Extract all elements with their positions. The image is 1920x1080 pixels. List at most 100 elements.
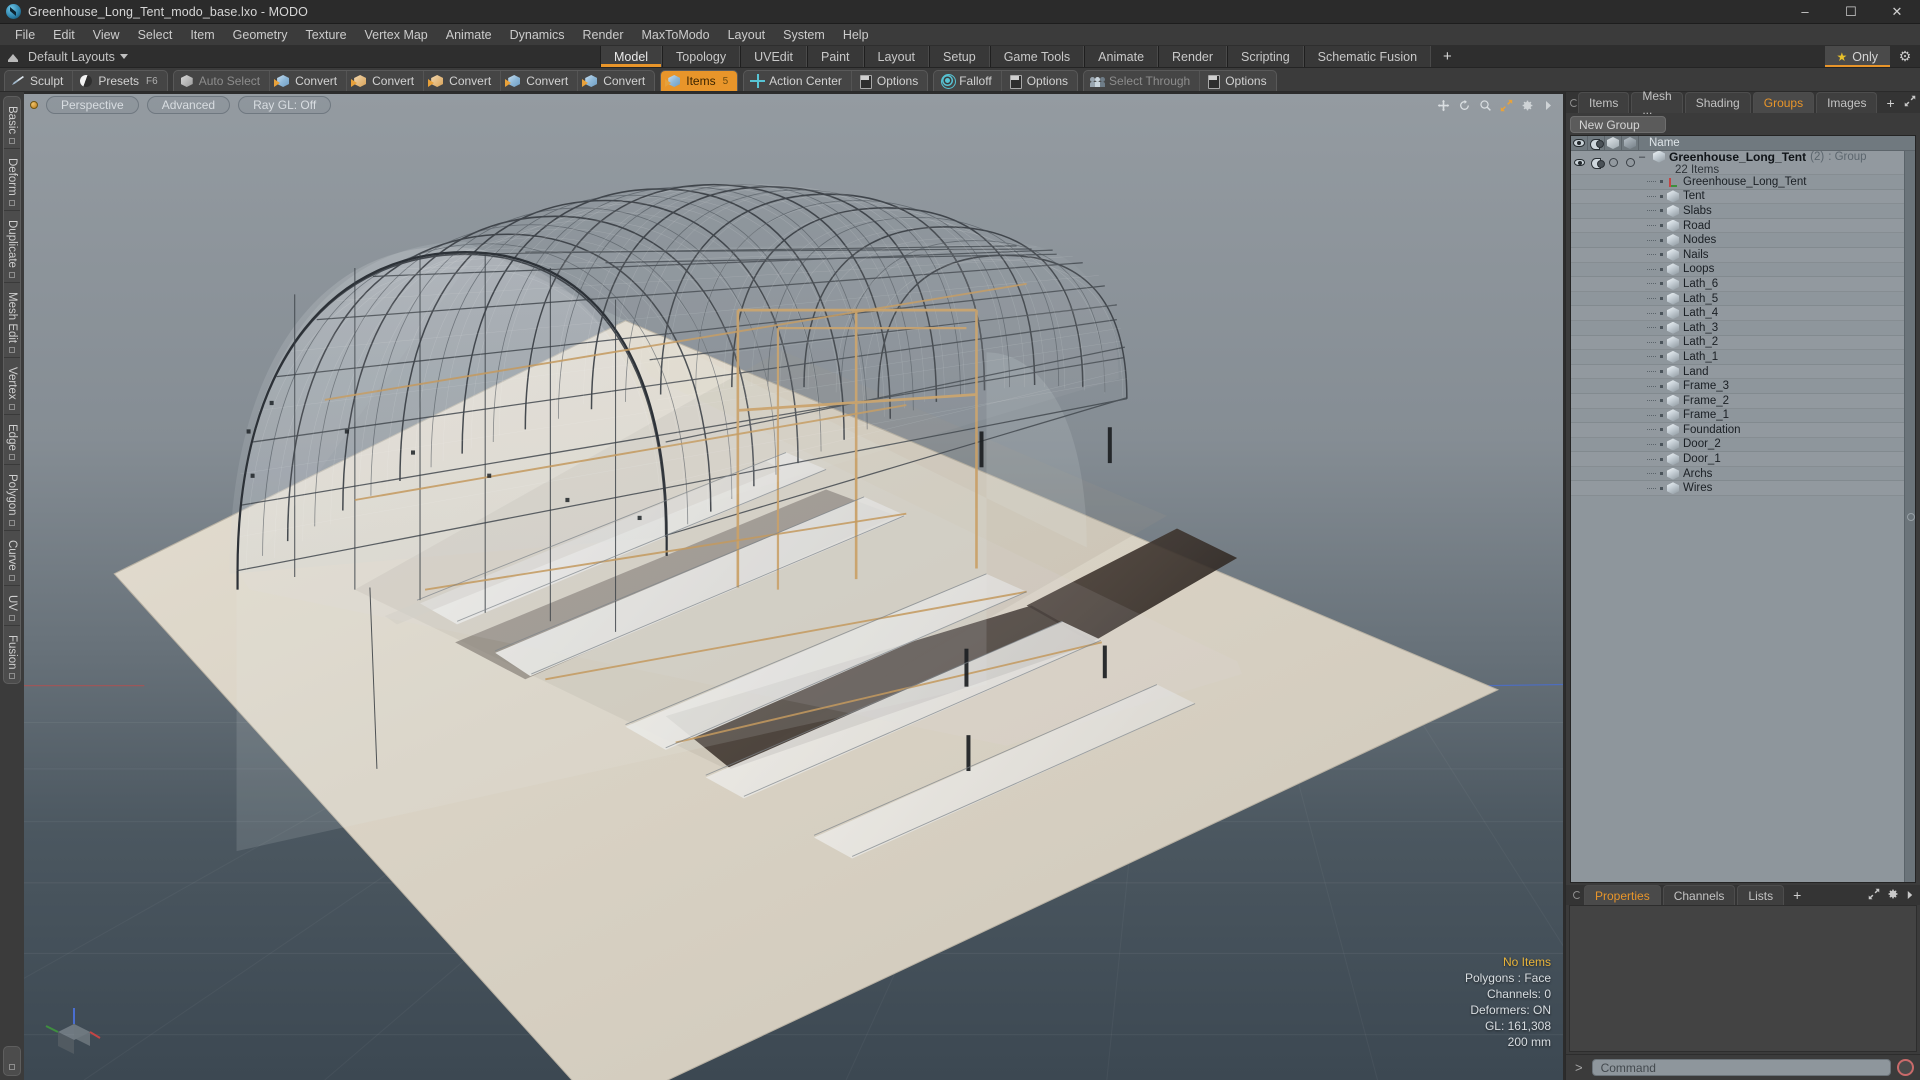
menu-item-animate[interactable]: Animate — [437, 25, 501, 45]
chevron-right-icon[interactable] — [1541, 98, 1555, 112]
menu-item-texture[interactable]: Texture — [297, 25, 356, 45]
menu-item-view[interactable]: View — [84, 25, 129, 45]
move-icon[interactable] — [1436, 98, 1450, 112]
viewport-indicator-dot[interactable] — [30, 101, 38, 109]
menu-item-item[interactable]: Item — [181, 25, 223, 45]
panel-menu-icon[interactable] — [1570, 92, 1578, 113]
only-button[interactable]: ★ Only — [1824, 46, 1890, 67]
item-list-row[interactable]: Greenhouse_Long_Tent — [1571, 175, 1915, 190]
zoom-icon[interactable] — [1478, 98, 1492, 112]
command-input[interactable]: Command — [1591, 1059, 1891, 1076]
mode-tab-scripting[interactable]: Scripting — [1227, 46, 1304, 67]
item-list-row[interactable]: Frame_3 — [1571, 379, 1915, 394]
item-list-row[interactable]: Frame_1 — [1571, 409, 1915, 424]
add-panel-tab-button[interactable]: + — [1879, 92, 1901, 113]
mode-tab-schematic-fusion[interactable]: Schematic Fusion — [1303, 46, 1432, 67]
group-shading-toggle[interactable] — [1588, 157, 1605, 169]
left-tab-polygon[interactable]: Polygon — [4, 465, 20, 531]
tool-button-auto-select[interactable]: Auto Select — [174, 71, 271, 91]
item-list-row[interactable]: Nodes — [1571, 233, 1915, 248]
item-list-row[interactable]: Lath_2 — [1571, 336, 1915, 351]
menu-item-system[interactable]: System — [774, 25, 834, 45]
mode-tab-animate[interactable]: Animate — [1084, 46, 1159, 67]
tool-button-options[interactable]: Options — [852, 71, 927, 91]
item-list-row[interactable]: Land — [1571, 365, 1915, 380]
item-list-scrollbar[interactable] — [1904, 151, 1915, 882]
menu-item-file[interactable]: File — [6, 25, 44, 45]
item-list-row[interactable]: Lath_6 — [1571, 277, 1915, 292]
group-visibility-toggle[interactable] — [1571, 159, 1588, 166]
left-tab-curve[interactable]: Curve — [4, 531, 20, 586]
left-strip-bottom-button[interactable] — [3, 1046, 21, 1076]
item-list-row[interactable]: Loops — [1571, 263, 1915, 278]
item-list-row[interactable]: Nails — [1571, 248, 1915, 263]
panel-tab-items[interactable]: Items — [1578, 92, 1630, 113]
item-list-row[interactable]: Lath_5 — [1571, 292, 1915, 307]
mode-tab-layout[interactable]: Layout — [863, 46, 930, 67]
tool-button-convert[interactable]: Convert — [578, 71, 654, 91]
mode-tab-paint[interactable]: Paint — [807, 46, 864, 67]
menu-item-layout[interactable]: Layout — [719, 25, 775, 45]
panel-tab-groups[interactable]: Groups — [1752, 92, 1815, 113]
menu-item-vertex-map[interactable]: Vertex Map — [356, 25, 437, 45]
collapse-toggle[interactable]: – — [1639, 151, 1645, 163]
item-list-row[interactable]: Lath_4 — [1571, 306, 1915, 321]
record-button[interactable] — [1897, 1059, 1914, 1076]
properties-tab-properties[interactable]: Properties — [1584, 885, 1661, 905]
menu-item-render[interactable]: Render — [574, 25, 633, 45]
properties-tab-channels[interactable]: Channels — [1662, 885, 1736, 905]
tool-button-presets[interactable]: Presets F6 — [73, 71, 166, 91]
left-tab-uv[interactable]: UV — [4, 586, 20, 626]
lock-column-header[interactable] — [1622, 136, 1639, 150]
minimize-button[interactable]: – — [1782, 0, 1828, 23]
gear-icon[interactable]: ⚙ — [1890, 46, 1920, 67]
panel-tab-images[interactable]: Images — [1816, 92, 1878, 113]
wire-column-header[interactable] — [1605, 136, 1622, 150]
item-list-row[interactable]: Tent — [1571, 190, 1915, 205]
menu-item-dynamics[interactable]: Dynamics — [501, 25, 574, 45]
perspective-viewport[interactable]: Perspective Advanced Ray GL: Off No Item… — [24, 94, 1563, 1080]
panel-tab-shading[interactable]: Shading — [1684, 92, 1751, 113]
group-header-row[interactable]: – Greenhouse_Long_Tent (2): Group 22 Items — [1571, 151, 1915, 176]
item-list-row[interactable]: Foundation — [1571, 423, 1915, 438]
item-list-row[interactable]: Frame_2 — [1571, 394, 1915, 409]
left-tab-mesh-edit[interactable]: Mesh Edit — [4, 283, 20, 358]
mode-tab-topology[interactable]: Topology — [662, 46, 741, 67]
item-list-row[interactable]: Door_1 — [1571, 452, 1915, 467]
tool-button-options[interactable]: Options — [1002, 71, 1077, 91]
fit-icon[interactable] — [1499, 98, 1513, 112]
group-wire-toggle[interactable] — [1605, 158, 1622, 167]
collapse-arrow-icon[interactable] — [8, 53, 20, 62]
viewport-pill-advanced[interactable]: Advanced — [146, 96, 231, 114]
properties-tab-lists[interactable]: Lists — [1737, 885, 1785, 905]
item-list-row[interactable]: Archs — [1571, 467, 1915, 482]
mode-tab-render[interactable]: Render — [1158, 46, 1228, 67]
chevron-right-icon[interactable] — [1906, 888, 1914, 903]
visibility-column-header[interactable] — [1571, 136, 1588, 150]
tool-button-sculpt[interactable]: Sculpt — [5, 71, 74, 91]
gear-icon[interactable] — [1520, 98, 1534, 112]
tool-button-convert[interactable]: Convert — [347, 71, 425, 91]
item-list-row[interactable]: Wires — [1571, 481, 1915, 497]
mode-tab-model[interactable]: Model — [600, 46, 663, 67]
close-button[interactable]: ✕ — [1874, 0, 1920, 23]
left-tab-duplicate[interactable]: Duplicate — [4, 211, 20, 283]
default-layouts-label[interactable]: Default Layouts — [28, 50, 115, 64]
menu-item-help[interactable]: Help — [834, 25, 878, 45]
maximize-button[interactable]: ☐ — [1828, 0, 1874, 23]
menu-item-geometry[interactable]: Geometry — [224, 25, 297, 45]
item-list-row[interactable]: Slabs — [1571, 204, 1915, 219]
left-tab-edge[interactable]: Edge — [4, 415, 20, 466]
tool-button-select-through[interactable]: Select Through — [1084, 71, 1201, 91]
tool-button-options[interactable]: Options — [1200, 71, 1275, 91]
viewport-pill-ray-gl-off[interactable]: Ray GL: Off — [238, 96, 332, 114]
item-list-row[interactable]: Lath_1 — [1571, 350, 1915, 365]
chevron-down-icon[interactable] — [119, 54, 128, 59]
expand-icon[interactable] — [1868, 888, 1880, 903]
tool-button-convert[interactable]: Convert — [270, 71, 348, 91]
item-list-row[interactable]: Lath_3 — [1571, 321, 1915, 336]
shading-column-header[interactable] — [1588, 136, 1605, 150]
left-tab-basic[interactable]: Basic — [4, 97, 20, 150]
group-lock-toggle[interactable] — [1622, 158, 1639, 167]
add-properties-tab-button[interactable]: + — [1786, 885, 1808, 905]
